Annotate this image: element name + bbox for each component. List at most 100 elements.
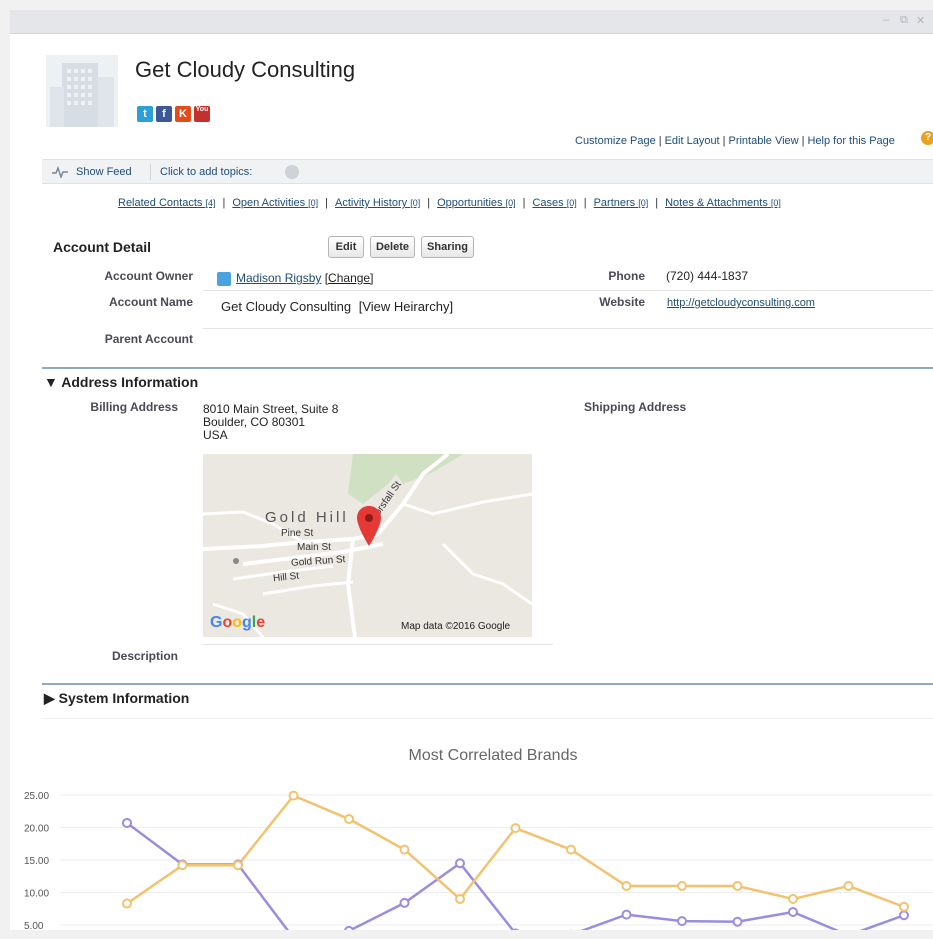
- account-detail-heading: Account Detail: [53, 239, 152, 255]
- cases-link[interactable]: Cases [0]: [532, 197, 576, 209]
- parent-account-label: Parent Account: [104, 332, 193, 346]
- help-icon[interactable]: ?: [921, 131, 933, 145]
- chart-data-point[interactable]: [455, 858, 465, 869]
- shipping-address-label: Shipping Address: [584, 400, 687, 414]
- most-correlated-brands-chart: Most Correlated Brands 25.00 20.00 15.00 10…: [24, 747, 933, 930]
- website-link[interactable]: http://getcloudyconsulting.com: [667, 297, 815, 309]
- chart-series-line: [126, 821, 905, 930]
- view-hierarchy-link[interactable]: [View Heirarchy]: [359, 299, 453, 314]
- chart-data-point[interactable]: [122, 898, 132, 909]
- row-divider: [203, 290, 933, 291]
- facebook-icon[interactable]: f: [156, 106, 172, 122]
- feed-pulse-icon: [52, 166, 68, 178]
- customize-page-link[interactable]: Customize Page: [575, 135, 656, 147]
- add-topics-link[interactable]: Click to add topics:: [160, 166, 252, 178]
- row-divider: [203, 644, 553, 645]
- chart-data-point[interactable]: [677, 916, 687, 927]
- account-name-title: Get Cloudy Consulting: [135, 57, 356, 82]
- chart-data-point[interactable]: [233, 860, 243, 871]
- klout-icon[interactable]: K: [175, 106, 191, 122]
- chart-data-point[interactable]: [399, 844, 410, 855]
- chart-y-tick-label: 20.00: [24, 824, 49, 835]
- chart-data-point[interactable]: [510, 823, 521, 834]
- related-contacts-link[interactable]: Related Contacts [4]: [118, 197, 215, 209]
- chart-title: Most Correlated Brands: [409, 747, 578, 764]
- chart-data-point[interactable]: [843, 881, 854, 891]
- section-rule: [42, 367, 933, 369]
- chart-data-point[interactable]: [288, 790, 299, 801]
- phone-label: Phone: [608, 269, 645, 283]
- activity-history-link[interactable]: Activity History [0]: [335, 197, 420, 209]
- browser-window: ‒ ⧉ ✕ Get Cloudy Consulting t f K You Cu…: [10, 10, 933, 930]
- chart-data-point[interactable]: [511, 928, 520, 930]
- notes-attachments-link[interactable]: Notes & Attachments [0]: [665, 197, 781, 209]
- phone-value: (720) 444-1837: [666, 269, 749, 283]
- chart-y-tick-label: 5.00: [24, 921, 44, 930]
- chart-data-point[interactable]: [344, 925, 354, 930]
- window-titlebar: ‒ ⧉ ✕: [10, 10, 933, 34]
- chart-data-point[interactable]: [177, 860, 188, 871]
- website-label: Website: [599, 295, 645, 309]
- chart-data-point[interactable]: [344, 814, 354, 825]
- youtube-icon[interactable]: You: [194, 106, 210, 122]
- printable-view-link[interactable]: Printable View: [728, 135, 798, 147]
- chart-y-tick-label: 15.00: [24, 856, 49, 867]
- show-feed-link[interactable]: Show Feed: [76, 166, 132, 178]
- change-owner-link[interactable]: [Change]: [325, 271, 374, 285]
- account-building-icon: [46, 55, 118, 127]
- chart-data-point[interactable]: [788, 907, 798, 917]
- billing-address-map[interactable]: Gold Hill Pine St Main St Gold Run St Hi…: [203, 454, 532, 637]
- chart-data-point[interactable]: [122, 817, 132, 828]
- section-rule: [42, 683, 933, 685]
- user-avatar-icon: [217, 272, 231, 286]
- feed-divider: [150, 164, 151, 180]
- map-pin-icon: [357, 506, 381, 546]
- map-town-label: Gold Hill: [265, 509, 349, 526]
- related-list-links: Related Contacts [4] | Open Activities [0]…: [118, 197, 781, 209]
- feed-bar: Show Feed Click to add topics:: [42, 159, 933, 184]
- edit-button[interactable]: Edit: [328, 236, 364, 258]
- chart-data-point[interactable]: [677, 881, 687, 891]
- section-divider: [42, 718, 933, 719]
- row-divider: [203, 328, 933, 329]
- account-name-label: Account Name: [108, 295, 193, 309]
- description-label: Description: [111, 649, 178, 663]
- chart-data-point[interactable]: [621, 909, 632, 920]
- delete-button[interactable]: Delete: [370, 236, 415, 258]
- chart-data-point[interactable]: [455, 894, 465, 904]
- account-owner-link[interactable]: Madison Rigsby: [236, 271, 321, 285]
- page-utility-links: Customize Page | Edit Layout | Printable Vie…: [575, 135, 895, 147]
- billing-address-label: Billing Address: [90, 400, 178, 414]
- system-section-toggle[interactable]: ▶ System Information: [44, 690, 189, 707]
- map-street-label: Main St: [297, 542, 331, 553]
- chart-data-point[interactable]: [732, 881, 743, 891]
- open-activities-link[interactable]: Open Activities [0]: [232, 197, 318, 209]
- map-street-label: Pine St: [281, 528, 314, 539]
- opportunities-link[interactable]: Opportunities [0]: [437, 197, 516, 209]
- address-section-toggle[interactable]: ▼ Address Information: [44, 374, 198, 390]
- billing-address-value: 8010 Main Street, Suite 8 Boulder, CO 80…: [203, 402, 339, 442]
- map-attribution: Map data ©2016 Google: [401, 621, 511, 632]
- chart-data-point[interactable]: [899, 901, 909, 912]
- chart-y-tick-label: 10.00: [24, 889, 49, 900]
- chart-data-point[interactable]: [899, 910, 909, 921]
- topics-info-icon[interactable]: [285, 165, 299, 179]
- chart-data-point[interactable]: [399, 897, 410, 908]
- restore-icon[interactable]: ⧉: [900, 14, 908, 27]
- minimize-icon[interactable]: ‒: [883, 14, 889, 26]
- edit-layout-link[interactable]: Edit Layout: [665, 135, 720, 147]
- chart-data-point[interactable]: [566, 844, 576, 855]
- sharing-button[interactable]: Sharing: [421, 236, 474, 258]
- chart-y-tick-label: 25.00: [24, 791, 49, 802]
- chart-data-point[interactable]: [732, 916, 743, 927]
- chart-series-line: [126, 794, 905, 908]
- close-icon[interactable]: ✕: [916, 14, 925, 27]
- help-link[interactable]: Help for this Page: [807, 135, 894, 147]
- account-owner-label: Account Owner: [104, 269, 193, 283]
- google-logo: Google: [210, 614, 266, 631]
- account-name-value: Get Cloudy Consulting: [221, 299, 352, 314]
- chart-data-point[interactable]: [788, 894, 798, 904]
- partners-link[interactable]: Partners [0]: [594, 197, 649, 209]
- chart-data-point[interactable]: [621, 881, 632, 891]
- twitter-icon[interactable]: t: [137, 106, 153, 122]
